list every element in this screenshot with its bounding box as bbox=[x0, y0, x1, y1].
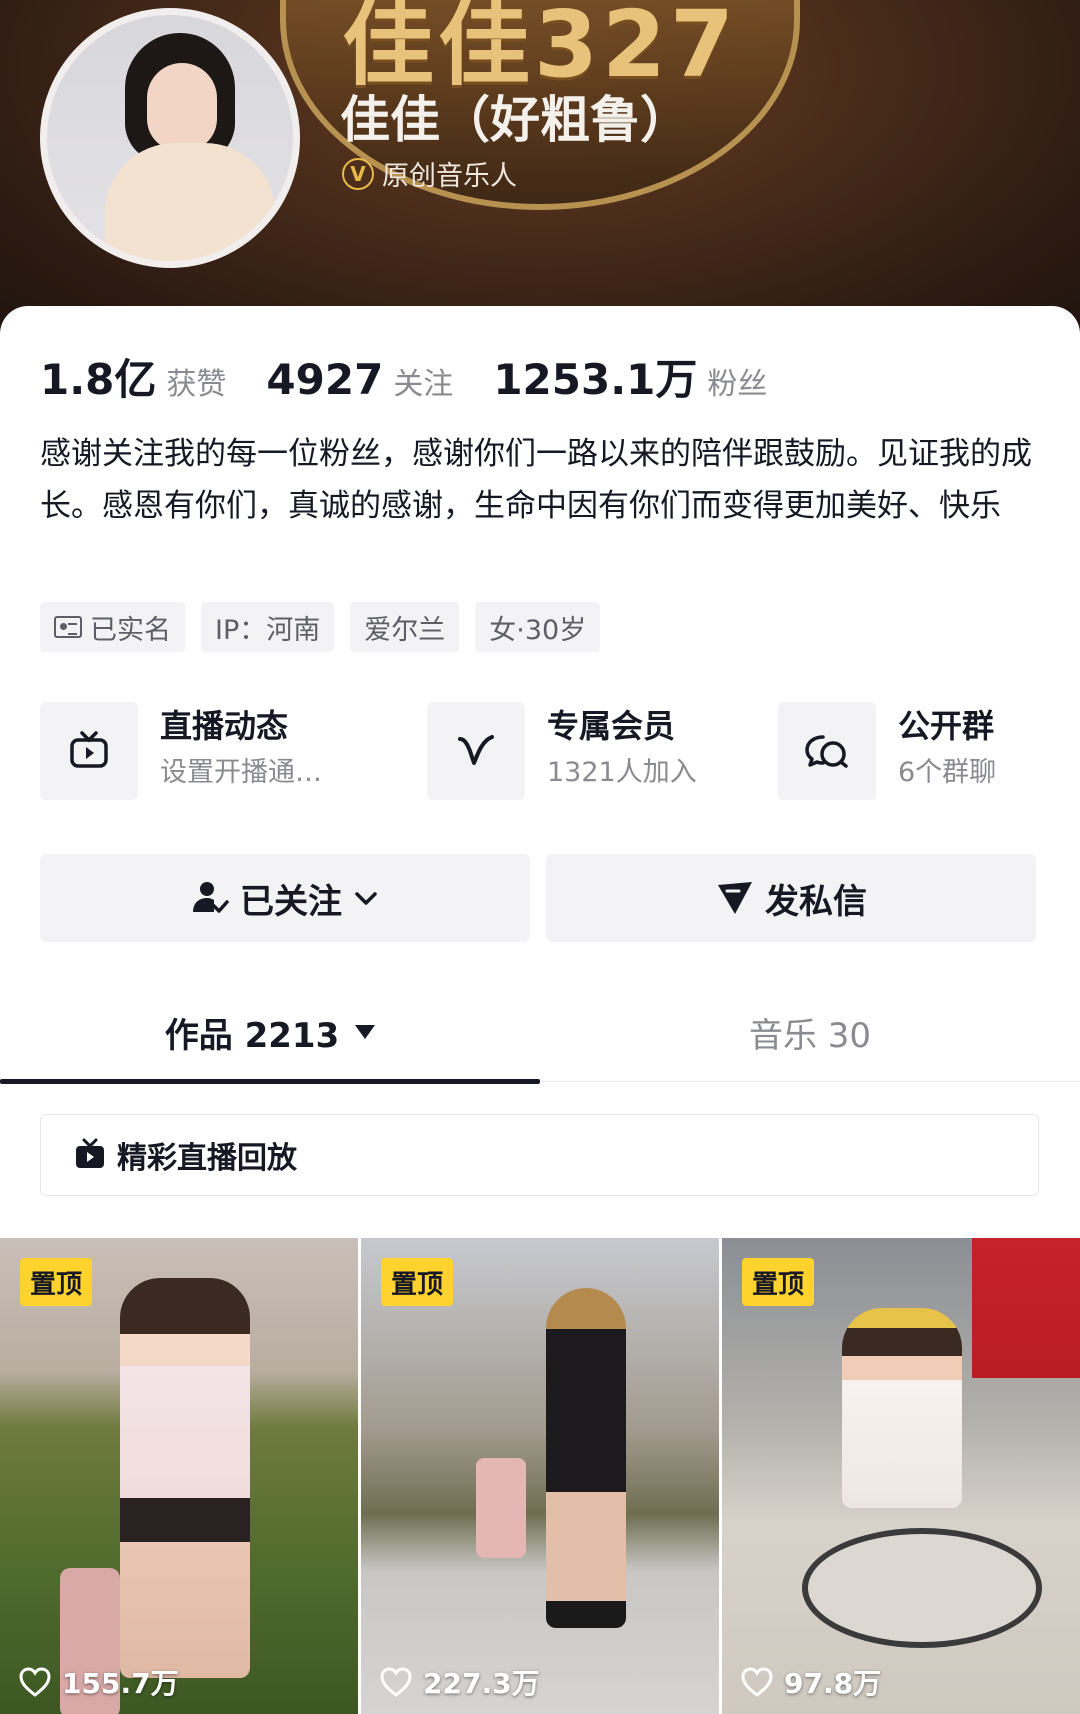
video-grid: 置顶 155.7万 置顶 227.3万 置顶 97.8万 bbox=[0, 1238, 1080, 1714]
tv-icon bbox=[76, 1138, 104, 1168]
feature-public-group[interactable]: 公开群 6个群聊 bbox=[778, 702, 996, 800]
feature-membership[interactable]: 专属会员 1321人加入 bbox=[427, 702, 697, 800]
stats-row: 1.8亿 获赞 4927 关注 1253.1万 粉丝 bbox=[40, 346, 807, 407]
verified-label: 原创音乐人 bbox=[382, 161, 517, 192]
profile-card: 1.8亿 获赞 4927 关注 1253.1万 粉丝 感谢关注我的每一位粉丝，感… bbox=[0, 306, 1080, 1714]
tv-icon bbox=[40, 702, 138, 800]
chevron-down-icon bbox=[355, 892, 377, 905]
feature-title: 专属会员 bbox=[547, 707, 676, 745]
tag-gender-age: 女·30岁 bbox=[475, 602, 601, 652]
heart-icon bbox=[380, 1667, 412, 1697]
profile-bio: 感谢关注我的每一位粉丝，感谢你们一路以来的陪伴跟鼓励。见证我的成长。感恩有你们，… bbox=[40, 436, 1032, 524]
stat-label: 粉丝 bbox=[707, 367, 768, 402]
like-count-value: 227.3万 bbox=[423, 1667, 540, 1700]
action-buttons: 已关注 发私信 bbox=[40, 854, 1036, 942]
verified-icon: V bbox=[342, 157, 374, 190]
live-replay-entry[interactable]: 精彩直播回放 bbox=[40, 1114, 1039, 1196]
video-thumbnail[interactable]: 置顶 155.7万 bbox=[0, 1238, 358, 1714]
stat-label: 关注 bbox=[393, 367, 454, 402]
v-member-icon bbox=[427, 702, 525, 800]
active-tab-indicator bbox=[0, 1079, 540, 1084]
stat-value: 4927 bbox=[266, 355, 384, 404]
tag-label: 已实名 bbox=[90, 614, 171, 646]
verified-badge[interactable]: V 原创音乐人 bbox=[342, 154, 517, 193]
tab-label: 音乐 30 bbox=[748, 1015, 872, 1056]
like-count-value: 97.8万 bbox=[784, 1667, 882, 1700]
avatar[interactable] bbox=[40, 8, 300, 268]
stat-label: 获赞 bbox=[166, 367, 227, 402]
user-check-icon bbox=[193, 882, 229, 913]
like-count: 155.7万 bbox=[18, 1662, 179, 1702]
tag-label: IP：河南 bbox=[215, 614, 321, 646]
send-icon bbox=[718, 882, 752, 914]
profile-header: 佳佳327 佳佳（好粗鲁） V 原创音乐人 bbox=[0, 0, 1080, 340]
like-count-value: 155.7万 bbox=[62, 1667, 179, 1700]
pinned-badge: 置顶 bbox=[742, 1258, 815, 1306]
like-count: 227.3万 bbox=[379, 1662, 540, 1702]
tag-ip: IP：河南 bbox=[201, 602, 335, 652]
tab-works[interactable]: 作品 2213 bbox=[0, 982, 540, 1084]
tag-verified-id[interactable]: 已实名 bbox=[40, 602, 185, 652]
pinned-badge: 置顶 bbox=[20, 1258, 93, 1306]
feature-live-updates[interactable]: 直播动态 设置开播通… bbox=[40, 702, 322, 800]
stat-value: 1253.1万 bbox=[493, 355, 698, 404]
feature-title: 公开群 bbox=[898, 707, 995, 745]
feature-row: 直播动态 设置开播通… 专属会员 1321人加入 公开群 6个群聊 bbox=[40, 702, 1050, 812]
tag-location: 爱尔兰 bbox=[350, 602, 460, 652]
replay-label: 精彩直播回放 bbox=[117, 1141, 297, 1176]
profile-name: 佳佳（好粗鲁） bbox=[340, 91, 690, 149]
tab-label: 作品 2213 bbox=[164, 1015, 340, 1056]
message-button[interactable]: 发私信 bbox=[546, 854, 1036, 942]
profile-tags: 已实名 IP：河南 爱尔兰 女·30岁 bbox=[40, 602, 601, 652]
followed-button[interactable]: 已关注 bbox=[40, 854, 530, 942]
tag-label: 女·30岁 bbox=[489, 614, 587, 646]
id-card-icon bbox=[54, 616, 82, 638]
video-thumbnail[interactable]: 置顶 227.3万 bbox=[361, 1238, 719, 1714]
tab-music[interactable]: 音乐 30 bbox=[540, 982, 1080, 1082]
heart-icon bbox=[19, 1667, 51, 1697]
message-label: 发私信 bbox=[765, 881, 867, 922]
like-count: 97.8万 bbox=[740, 1662, 881, 1702]
stat-followers[interactable]: 1253.1万 粉丝 bbox=[493, 346, 767, 407]
stat-value: 1.8亿 bbox=[40, 355, 157, 404]
feature-subtitle: 设置开播通… bbox=[160, 757, 322, 788]
feature-subtitle: 6个群聊 bbox=[898, 757, 997, 788]
feature-subtitle: 1321人加入 bbox=[547, 757, 697, 788]
content-tabs: 作品 2213 音乐 30 bbox=[0, 982, 1080, 1084]
pinned-badge: 置顶 bbox=[381, 1258, 454, 1306]
heart-icon bbox=[741, 1667, 773, 1697]
dropdown-caret-icon bbox=[355, 1025, 376, 1039]
stat-following[interactable]: 4927 关注 bbox=[266, 355, 453, 404]
video-thumbnail[interactable]: 置顶 97.8万 bbox=[722, 1238, 1080, 1714]
stat-likes[interactable]: 1.8亿 获赞 bbox=[40, 346, 226, 407]
tag-label: 爱尔兰 bbox=[364, 614, 446, 646]
feature-title: 直播动态 bbox=[160, 707, 289, 745]
group-chat-icon bbox=[778, 702, 876, 800]
followed-label: 已关注 bbox=[240, 881, 342, 922]
